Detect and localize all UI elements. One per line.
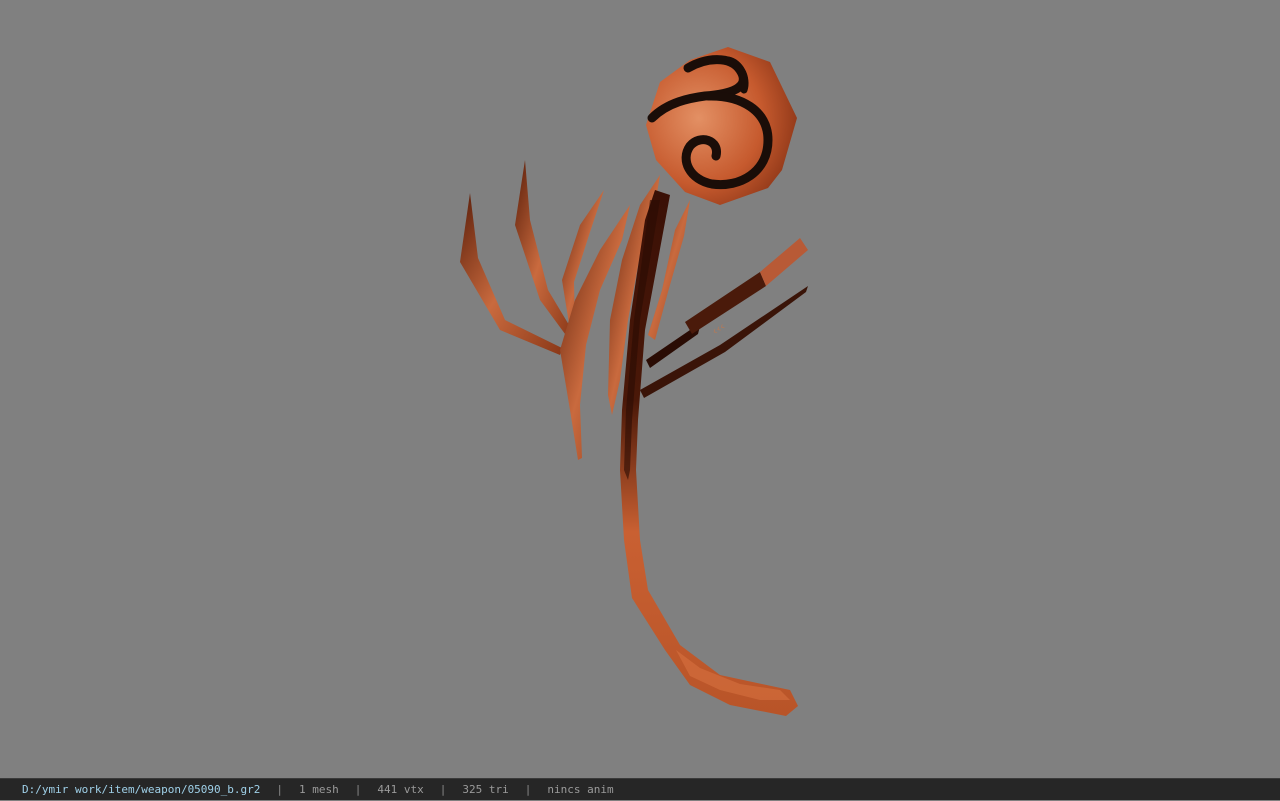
svg-text:‹‹‹: ‹‹‹ [709,320,727,338]
status-bar: D:/ymir work/item/weapon/05090_b.gr2 | 1 m… [0,778,1280,800]
mesh-count: 1 mesh [299,783,339,796]
3d-viewport[interactable]: ‹‹‹ [0,0,1280,778]
file-path: D:/ymir work/item/weapon/05090_b.gr2 [22,783,261,796]
separator: | [354,783,362,796]
model-render: ‹‹‹ [460,47,808,716]
vertex-count: 441 vtx [377,783,424,796]
anim-status: nincs anim [547,783,614,796]
separator: | [439,783,447,796]
orb-head [646,47,797,205]
right-spike: ‹‹‹ [640,238,808,398]
triangle-count: 325 tri [462,783,509,796]
separator: | [276,783,284,796]
separator: | [524,783,532,796]
